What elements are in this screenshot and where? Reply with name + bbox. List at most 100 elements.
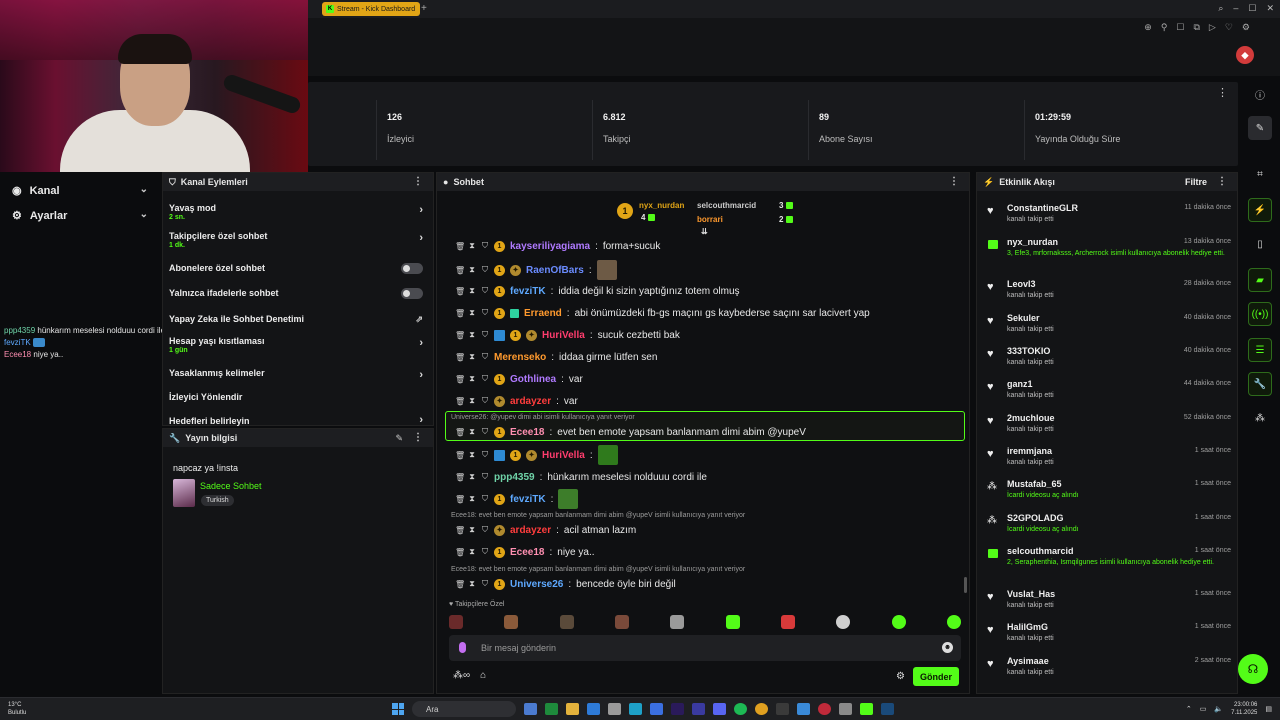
more-icon[interactable]: ⋮ (413, 176, 423, 187)
activity-user[interactable]: Vuslat_Has (1007, 589, 1055, 599)
ban-icon[interactable]: ⛉ (481, 286, 489, 296)
clock[interactable]: 23:00:06 7.11.2025 (1231, 701, 1257, 717)
emote-button[interactable] (780, 615, 795, 629)
heart-icon[interactable]: ♡ (1225, 22, 1233, 33)
emote-button[interactable] (504, 615, 519, 629)
action-subscribers-only[interactable]: Abonelere özel sohbet (169, 263, 427, 274)
app-icon[interactable] (797, 703, 810, 715)
notification-icon[interactable]: ▤ (1265, 705, 1272, 713)
info-icon[interactable]: ⓘ (1248, 82, 1272, 106)
folder-icon[interactable] (566, 703, 579, 715)
community-icon[interactable]: ⁂ (1248, 406, 1272, 430)
ban-icon[interactable]: ⛉ (481, 330, 489, 340)
activity-user[interactable]: Aysimaae (1007, 656, 1049, 666)
edit-icon[interactable]: ✎ (395, 433, 403, 444)
activity-user[interactable]: iremmjana (1007, 446, 1052, 456)
send-button[interactable]: Gönder (913, 667, 959, 686)
timeout-icon[interactable]: ⧗ (468, 330, 476, 340)
ban-icon[interactable]: ⛉ (481, 547, 489, 557)
layers-icon[interactable]: ☰ (1248, 338, 1272, 362)
timeout-icon[interactable]: ⧗ (468, 352, 476, 362)
stream-category[interactable]: Sadece Sohbet (200, 481, 262, 491)
action-banned-words[interactable]: Yasaklanmış kelimeler › (169, 368, 427, 381)
chat-scrollbar[interactable] (964, 577, 967, 593)
gift-icon[interactable]: ⁂∞ (453, 670, 470, 681)
filter-button[interactable]: Filtre (1185, 177, 1207, 187)
action-ai-moderation[interactable]: Yapay Zeka ile Sohbet Denetimi ⇗ (169, 314, 427, 324)
trash-icon[interactable]: 🗑 (455, 309, 465, 318)
broadcast-icon[interactable]: ((•)) (1248, 302, 1272, 326)
app-icon[interactable] (818, 703, 831, 715)
timeout-icon[interactable]: ⧗ (468, 525, 476, 535)
discord-icon[interactable] (713, 703, 726, 715)
volume-icon[interactable]: 🔈 (1214, 705, 1223, 713)
timeout-icon[interactable]: ⧗ (468, 396, 476, 406)
crop-icon[interactable]: ⌗ (1248, 162, 1272, 186)
nav-item-kanal[interactable]: ◉ Kanal ⌄ (0, 178, 160, 203)
browser-tab[interactable]: K Stream - Kick Dashboard (322, 2, 420, 16)
store-icon[interactable]: ⌂ (480, 670, 486, 681)
action-account-age[interactable]: Hesap yaşı kısıtlaması 1 gün › (169, 336, 427, 354)
activity-user[interactable]: ConstantineGLR (1007, 203, 1078, 213)
search-icon[interactable]: ⌕ (1218, 3, 1223, 14)
trash-icon[interactable]: 🗑 (455, 473, 465, 482)
new-tab-button[interactable]: + (421, 3, 427, 14)
play-icon[interactable]: ▷ (1209, 22, 1216, 33)
timeout-icon[interactable]: ⧗ (468, 374, 476, 384)
chevron-up-icon[interactable]: ⌃ (1186, 705, 1192, 713)
ban-icon[interactable]: ⛉ (481, 579, 489, 589)
timeout-icon[interactable]: ⧗ (468, 265, 476, 275)
emote-button[interactable] (559, 615, 574, 629)
stats-menu-icon[interactable]: ⋮ (1217, 86, 1228, 99)
extension-icon[interactable]: ⧉ (1193, 22, 1199, 33)
toggle-switch[interactable] (401, 263, 423, 274)
timeout-icon[interactable]: ⧗ (468, 450, 476, 460)
trash-icon[interactable]: 🗑 (455, 526, 465, 535)
trash-icon[interactable]: 🗑 (455, 242, 465, 251)
close-icon[interactable]: ✕ (1266, 3, 1274, 14)
timeout-icon[interactable]: ⧗ (468, 427, 476, 437)
weather-widget[interactable]: 13°C Bulutlu (8, 701, 26, 717)
timeout-icon[interactable]: ⧗ (468, 547, 476, 557)
app-icon[interactable] (650, 703, 663, 715)
activity-user[interactable]: nyx_nurdan (1007, 237, 1058, 247)
ban-icon[interactable]: ⛉ (481, 265, 489, 275)
app-icon[interactable] (587, 703, 600, 715)
premiere-icon[interactable] (671, 703, 684, 715)
app-icon[interactable] (545, 703, 558, 715)
bookmark-icon[interactable]: ☐ (1176, 22, 1184, 33)
trash-icon[interactable]: 🗑 (455, 397, 465, 406)
timeout-icon[interactable]: ⧗ (468, 472, 476, 482)
pin-icon[interactable]: ⚲ (1161, 22, 1168, 33)
emoji-icon[interactable]: ☻ (942, 642, 953, 653)
trash-icon[interactable]: 🗑 (455, 287, 465, 296)
emote-button[interactable] (670, 615, 685, 629)
activity-user[interactable]: LeovI3 (1007, 279, 1036, 289)
timeout-icon[interactable]: ⧗ (468, 241, 476, 251)
maximize-icon[interactable]: ☐ (1248, 3, 1256, 14)
ban-icon[interactable]: ⛉ (481, 374, 489, 384)
action-followers-only[interactable]: Takipçilere özel sohbet 1 dk. › (169, 231, 427, 249)
timeout-icon[interactable]: ⧗ (468, 579, 476, 589)
ban-icon[interactable]: ⛉ (481, 494, 489, 504)
chat-input[interactable]: Bir mesaj gönderin ☻ (449, 635, 961, 661)
activity-user[interactable]: 2muchloue (1007, 413, 1055, 423)
zoom-icon[interactable]: ⊕ (1144, 22, 1152, 33)
kick-icon[interactable] (860, 703, 873, 715)
trash-icon[interactable]: 🗑 (455, 428, 465, 437)
timeout-icon[interactable]: ⧗ (468, 494, 476, 504)
app-icon[interactable] (776, 703, 789, 715)
emote-button[interactable] (946, 615, 961, 629)
microphone-icon[interactable] (459, 642, 466, 653)
ban-icon[interactable]: ⛉ (481, 525, 489, 535)
chrome-icon[interactable] (755, 703, 768, 715)
activity-user[interactable]: Mustafab_65 (1007, 479, 1062, 489)
trash-icon[interactable]: 🗑 (455, 353, 465, 362)
emote-button[interactable] (891, 615, 906, 629)
ban-icon[interactable]: ⛉ (481, 241, 489, 251)
activity-user[interactable]: selcouthmarcid (1007, 546, 1074, 556)
phone-icon[interactable]: ▯ (1248, 232, 1272, 256)
activity-user[interactable]: S2GPOLADG (1007, 513, 1064, 523)
minimize-icon[interactable]: – (1233, 3, 1238, 14)
wrench-icon[interactable]: 🔧 (1248, 372, 1272, 396)
